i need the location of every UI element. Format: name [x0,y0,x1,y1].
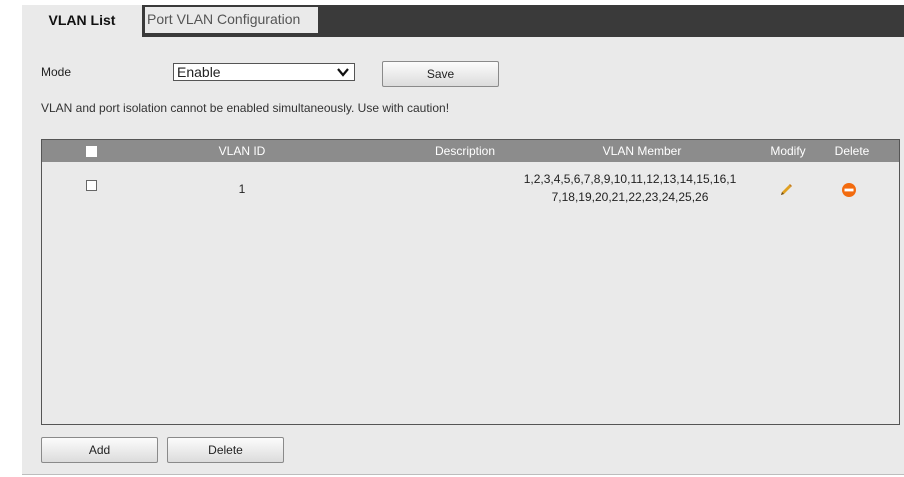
add-button[interactable]: Add [41,437,158,463]
select-all-checkbox[interactable] [86,146,97,157]
table-row: 1 1,2,3,4,5,6,7,8,9,10,11,12,13,14,15,16… [42,162,899,214]
save-button[interactable]: Save [382,61,499,87]
delete-button[interactable]: Delete [167,437,284,463]
header-delete: Delete [834,144,870,158]
tab-port-vlan-configuration[interactable]: Port VLAN Configuration [145,7,318,33]
header-modify: Modify [770,144,806,158]
vlan-id-cell: 1 [238,182,246,196]
header-vlan-member: VLAN Member [602,144,682,158]
vlan-member-line: 1,2,3,4,5,6,7,8,9,10,11,12,13,14,15,16,1 [523,172,737,186]
vlan-table: VLAN ID Description VLAN Member Modify D… [41,139,900,425]
minus-circle-icon[interactable] [841,182,857,198]
header-vlan-id: VLAN ID [218,144,266,158]
mode-select-value: Enable [177,64,221,80]
warning-text: VLAN and port isolation cannot be enable… [41,101,450,115]
vlan-member-line: 7,18,19,20,21,22,23,24,25,26 [551,190,709,204]
tab-bar: VLAN List Port VLAN Configuration [22,5,904,37]
mode-select[interactable]: Enable [173,63,355,81]
chevron-down-icon [337,68,349,77]
row-checkbox[interactable] [86,180,97,191]
vlan-member-cell: 1,2,3,4,5,6,7,8,9,10,11,12,13,14,15,16,1… [490,170,770,206]
header-description: Description [434,144,496,158]
vlan-panel: VLAN List Port VLAN Configuration Mode E… [22,5,904,475]
mode-label: Mode [41,65,72,79]
table-header: VLAN ID Description VLAN Member Modify D… [42,140,899,162]
tab-vlan-list[interactable]: VLAN List [22,5,142,37]
pencil-icon[interactable] [778,182,794,198]
